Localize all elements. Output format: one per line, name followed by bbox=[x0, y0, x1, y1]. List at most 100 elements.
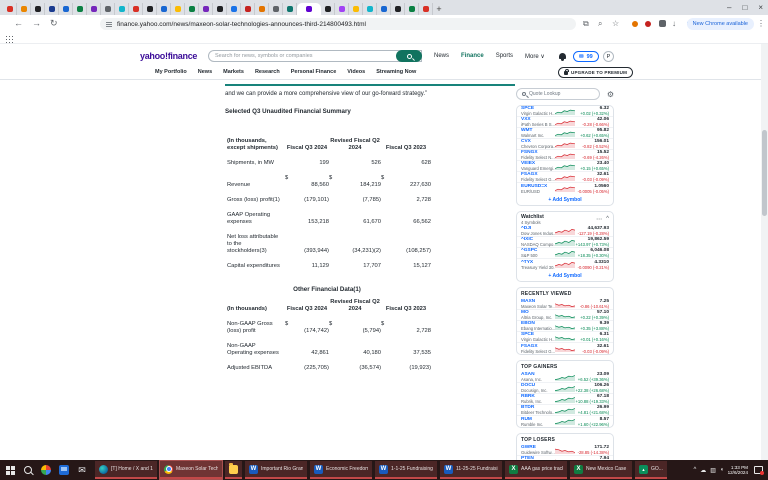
extension-icon-orange[interactable] bbox=[632, 21, 638, 27]
close-icon[interactable]: × bbox=[758, 3, 763, 12]
upgrade-premium-button[interactable]: UPGRADE TO PREMIUM bbox=[558, 67, 633, 78]
remote-desktop-pinned-icon[interactable] bbox=[59, 465, 69, 475]
address-bar[interactable]: finance.yahoo.com/news/maxeon-solar-tech… bbox=[100, 18, 576, 30]
browser-tab[interactable] bbox=[283, 3, 297, 15]
new-tab-button[interactable]: + bbox=[433, 3, 445, 15]
reload-icon[interactable]: ↻ bbox=[50, 18, 58, 29]
yahoo-search-input[interactable]: Search for news, symbols or companies bbox=[208, 50, 422, 62]
onedrive-icon[interactable]: ☁ bbox=[700, 467, 706, 474]
browser-tab[interactable] bbox=[157, 3, 171, 15]
top-nav-item[interactable]: Finance bbox=[461, 53, 484, 60]
search-tab-icon[interactable]: ⌕ bbox=[598, 19, 602, 29]
minimize-icon[interactable]: – bbox=[727, 3, 731, 12]
start-button-icon[interactable] bbox=[6, 466, 15, 475]
add-symbol-link[interactable]: + Add Symbol bbox=[517, 270, 613, 281]
browser-tab[interactable] bbox=[73, 3, 87, 15]
quote-row[interactable]: GWRE Guidewire Softw... 171.72 -28.85 (-… bbox=[517, 445, 613, 456]
quote-row[interactable]: MAXN Maxeon Solar Te... 7.25 -0.86 (-10.… bbox=[517, 299, 613, 310]
top-nav-item[interactable]: News bbox=[434, 53, 449, 60]
more-menu-icon[interactable]: ⋯ bbox=[596, 216, 602, 223]
browser-tab[interactable] bbox=[391, 3, 405, 15]
bookmark-star-icon[interactable]: ☆ bbox=[612, 19, 619, 28]
taskbar-window-button[interactable]: Important Rio Gran... bbox=[245, 461, 307, 479]
browser-tab[interactable] bbox=[171, 3, 185, 15]
subnav-item[interactable]: Markets bbox=[223, 69, 244, 75]
tray-expand-icon[interactable]: ^ bbox=[693, 467, 696, 473]
browser-tab[interactable] bbox=[199, 3, 213, 15]
quote-row[interactable]: FSAGX Fidelity Select G... 32.61 -0.03 (… bbox=[517, 343, 613, 354]
top-nav-item[interactable]: More ∨ bbox=[525, 53, 545, 60]
browser-tab[interactable] bbox=[269, 3, 283, 15]
browser-tab[interactable] bbox=[227, 3, 241, 15]
maximize-icon[interactable]: □ bbox=[742, 3, 747, 12]
mail-button[interactable]: ✉ 99 bbox=[573, 51, 599, 62]
browser-tab[interactable] bbox=[185, 3, 199, 15]
browser-tab[interactable] bbox=[115, 3, 129, 15]
back-icon[interactable]: ← bbox=[14, 18, 23, 29]
quote-row[interactable]: SPCE Virgin Galactic H... 6.31 +0.01 (+0… bbox=[517, 332, 613, 343]
quote-row[interactable]: VXX iPath Series B S... 42.06 -0.28 (-0.… bbox=[517, 117, 613, 128]
cast-icon[interactable]: ⧉ bbox=[583, 19, 589, 29]
browser-tab[interactable] bbox=[129, 3, 143, 15]
quote-row[interactable]: CVX Chevron Corpora... 156.01 -0.82 (-0.… bbox=[517, 139, 613, 150]
browser-tab[interactable] bbox=[349, 3, 363, 15]
quote-lookup-input[interactable]: Quote Lookup bbox=[516, 88, 600, 100]
download-icon[interactable]: ↓ bbox=[672, 19, 676, 28]
add-symbol-link[interactable]: + Add Symbol bbox=[517, 194, 613, 205]
browser-tab[interactable] bbox=[335, 3, 349, 15]
taskbar-search-icon[interactable] bbox=[24, 466, 32, 474]
browser-tab[interactable] bbox=[31, 3, 45, 15]
mail-pinned-icon[interactable]: ✉ bbox=[77, 465, 87, 475]
chrome-menu-icon[interactable]: ⋮ bbox=[757, 19, 765, 28]
subnav-item[interactable]: Personal Finance bbox=[291, 69, 337, 75]
quote-row[interactable]: SPCE Virgin Galactic H... 6.32 +0.02 (+0… bbox=[517, 106, 613, 117]
taskbar-window-button[interactable]: [T] Home / X and 1... bbox=[95, 461, 157, 479]
browser-tab[interactable] bbox=[405, 3, 419, 15]
quote-row[interactable]: ^DJI Dow Jones Indus... 44,637.93 -127.1… bbox=[517, 226, 613, 237]
quote-row[interactable]: RBRK Rubrik, Inc. 67.18 +10.88 (+19.33%) bbox=[517, 394, 613, 405]
browser-tab[interactable] bbox=[3, 3, 17, 15]
browser-tab[interactable] bbox=[377, 3, 391, 15]
quote-row[interactable]: VEIEX Vanguard Emergi... 23.40 +0.15 (+0… bbox=[517, 161, 613, 172]
quote-row[interactable]: BTDR Bitdeer Technolo... 26.99 +4.81 (+2… bbox=[517, 405, 613, 416]
taskbar-window-button[interactable] bbox=[225, 461, 242, 479]
yahoo-finance-logo[interactable]: yahoo!finance bbox=[140, 51, 197, 61]
quote-row[interactable]: RUM Rumble Inc. 8.57 +1.60 (+22.96%) bbox=[517, 416, 613, 427]
browser-tab[interactable] bbox=[45, 3, 59, 15]
browser-tab[interactable] bbox=[321, 3, 335, 15]
subnav-item[interactable]: News bbox=[198, 69, 212, 75]
quote-row[interactable]: ^GSPC S&P 500 6,046.08 +18.35 (+0.30%) bbox=[517, 248, 613, 259]
subnav-item[interactable]: Streaming Now bbox=[376, 69, 416, 75]
quote-row[interactable]: MO Altria Group, Inc. 57.10 +0.22 (+0.39… bbox=[517, 310, 613, 321]
scrollbar-thumb[interactable] bbox=[762, 130, 767, 216]
quote-row[interactable]: ASAN Asana, Inc. 23.09 +6.52 (+39.36%) bbox=[517, 372, 613, 383]
top-nav-item[interactable]: Sports bbox=[496, 53, 513, 60]
browser-tab[interactable] bbox=[213, 3, 227, 15]
taskbar-window-button[interactable]: Maxeon Solar Tech... bbox=[160, 461, 222, 479]
taskbar-clock[interactable]: 1:33 PM 12/6/2024 bbox=[728, 465, 748, 476]
browser-tab[interactable] bbox=[59, 3, 73, 15]
extensions-puzzle-icon[interactable] bbox=[659, 20, 666, 27]
subnav-item[interactable]: Research bbox=[255, 69, 280, 75]
apps-grid-icon[interactable] bbox=[5, 35, 13, 43]
browser-tab[interactable] bbox=[143, 3, 157, 15]
gear-icon[interactable]: ⚙ bbox=[607, 90, 614, 99]
browser-tab[interactable] bbox=[241, 3, 255, 15]
action-center-icon[interactable] bbox=[754, 466, 763, 474]
page-scrollbar[interactable] bbox=[761, 44, 768, 460]
profile-avatar[interactable]: P bbox=[603, 51, 614, 62]
quote-row[interactable]: DOCU Docusign, Inc. 106.26 +22.38 (+26.6… bbox=[517, 383, 613, 394]
quote-row[interactable]: FSAGX Fidelity Select G... 32.61 -0.03 (… bbox=[517, 172, 613, 183]
browser-tab[interactable] bbox=[87, 3, 101, 15]
taskbar-window-button[interactable]: AAA gas price track... bbox=[505, 461, 567, 479]
subnav-item[interactable]: My Portfolio bbox=[155, 69, 187, 75]
sort-icon[interactable]: ^ bbox=[606, 216, 609, 223]
browser-tab[interactable] bbox=[297, 3, 321, 15]
browser-tab[interactable] bbox=[101, 3, 115, 15]
yahoo-search-button[interactable] bbox=[396, 50, 422, 62]
quote-row[interactable]: EBON Ebang Internatio... 9.39 +0.35 (+3.… bbox=[517, 321, 613, 332]
quote-row[interactable]: ^IXIC NASDAQ Compo... 19,862.59 +143.97 … bbox=[517, 237, 613, 248]
quote-row[interactable]: ^TYX Treasury Yield 30... 4.3310 -0.0090… bbox=[517, 259, 613, 270]
taskbar-window-button[interactable]: GO... bbox=[635, 461, 667, 479]
quote-row[interactable]: FSNGX Fidelity Select N... 15.52 -0.69 (… bbox=[517, 150, 613, 161]
